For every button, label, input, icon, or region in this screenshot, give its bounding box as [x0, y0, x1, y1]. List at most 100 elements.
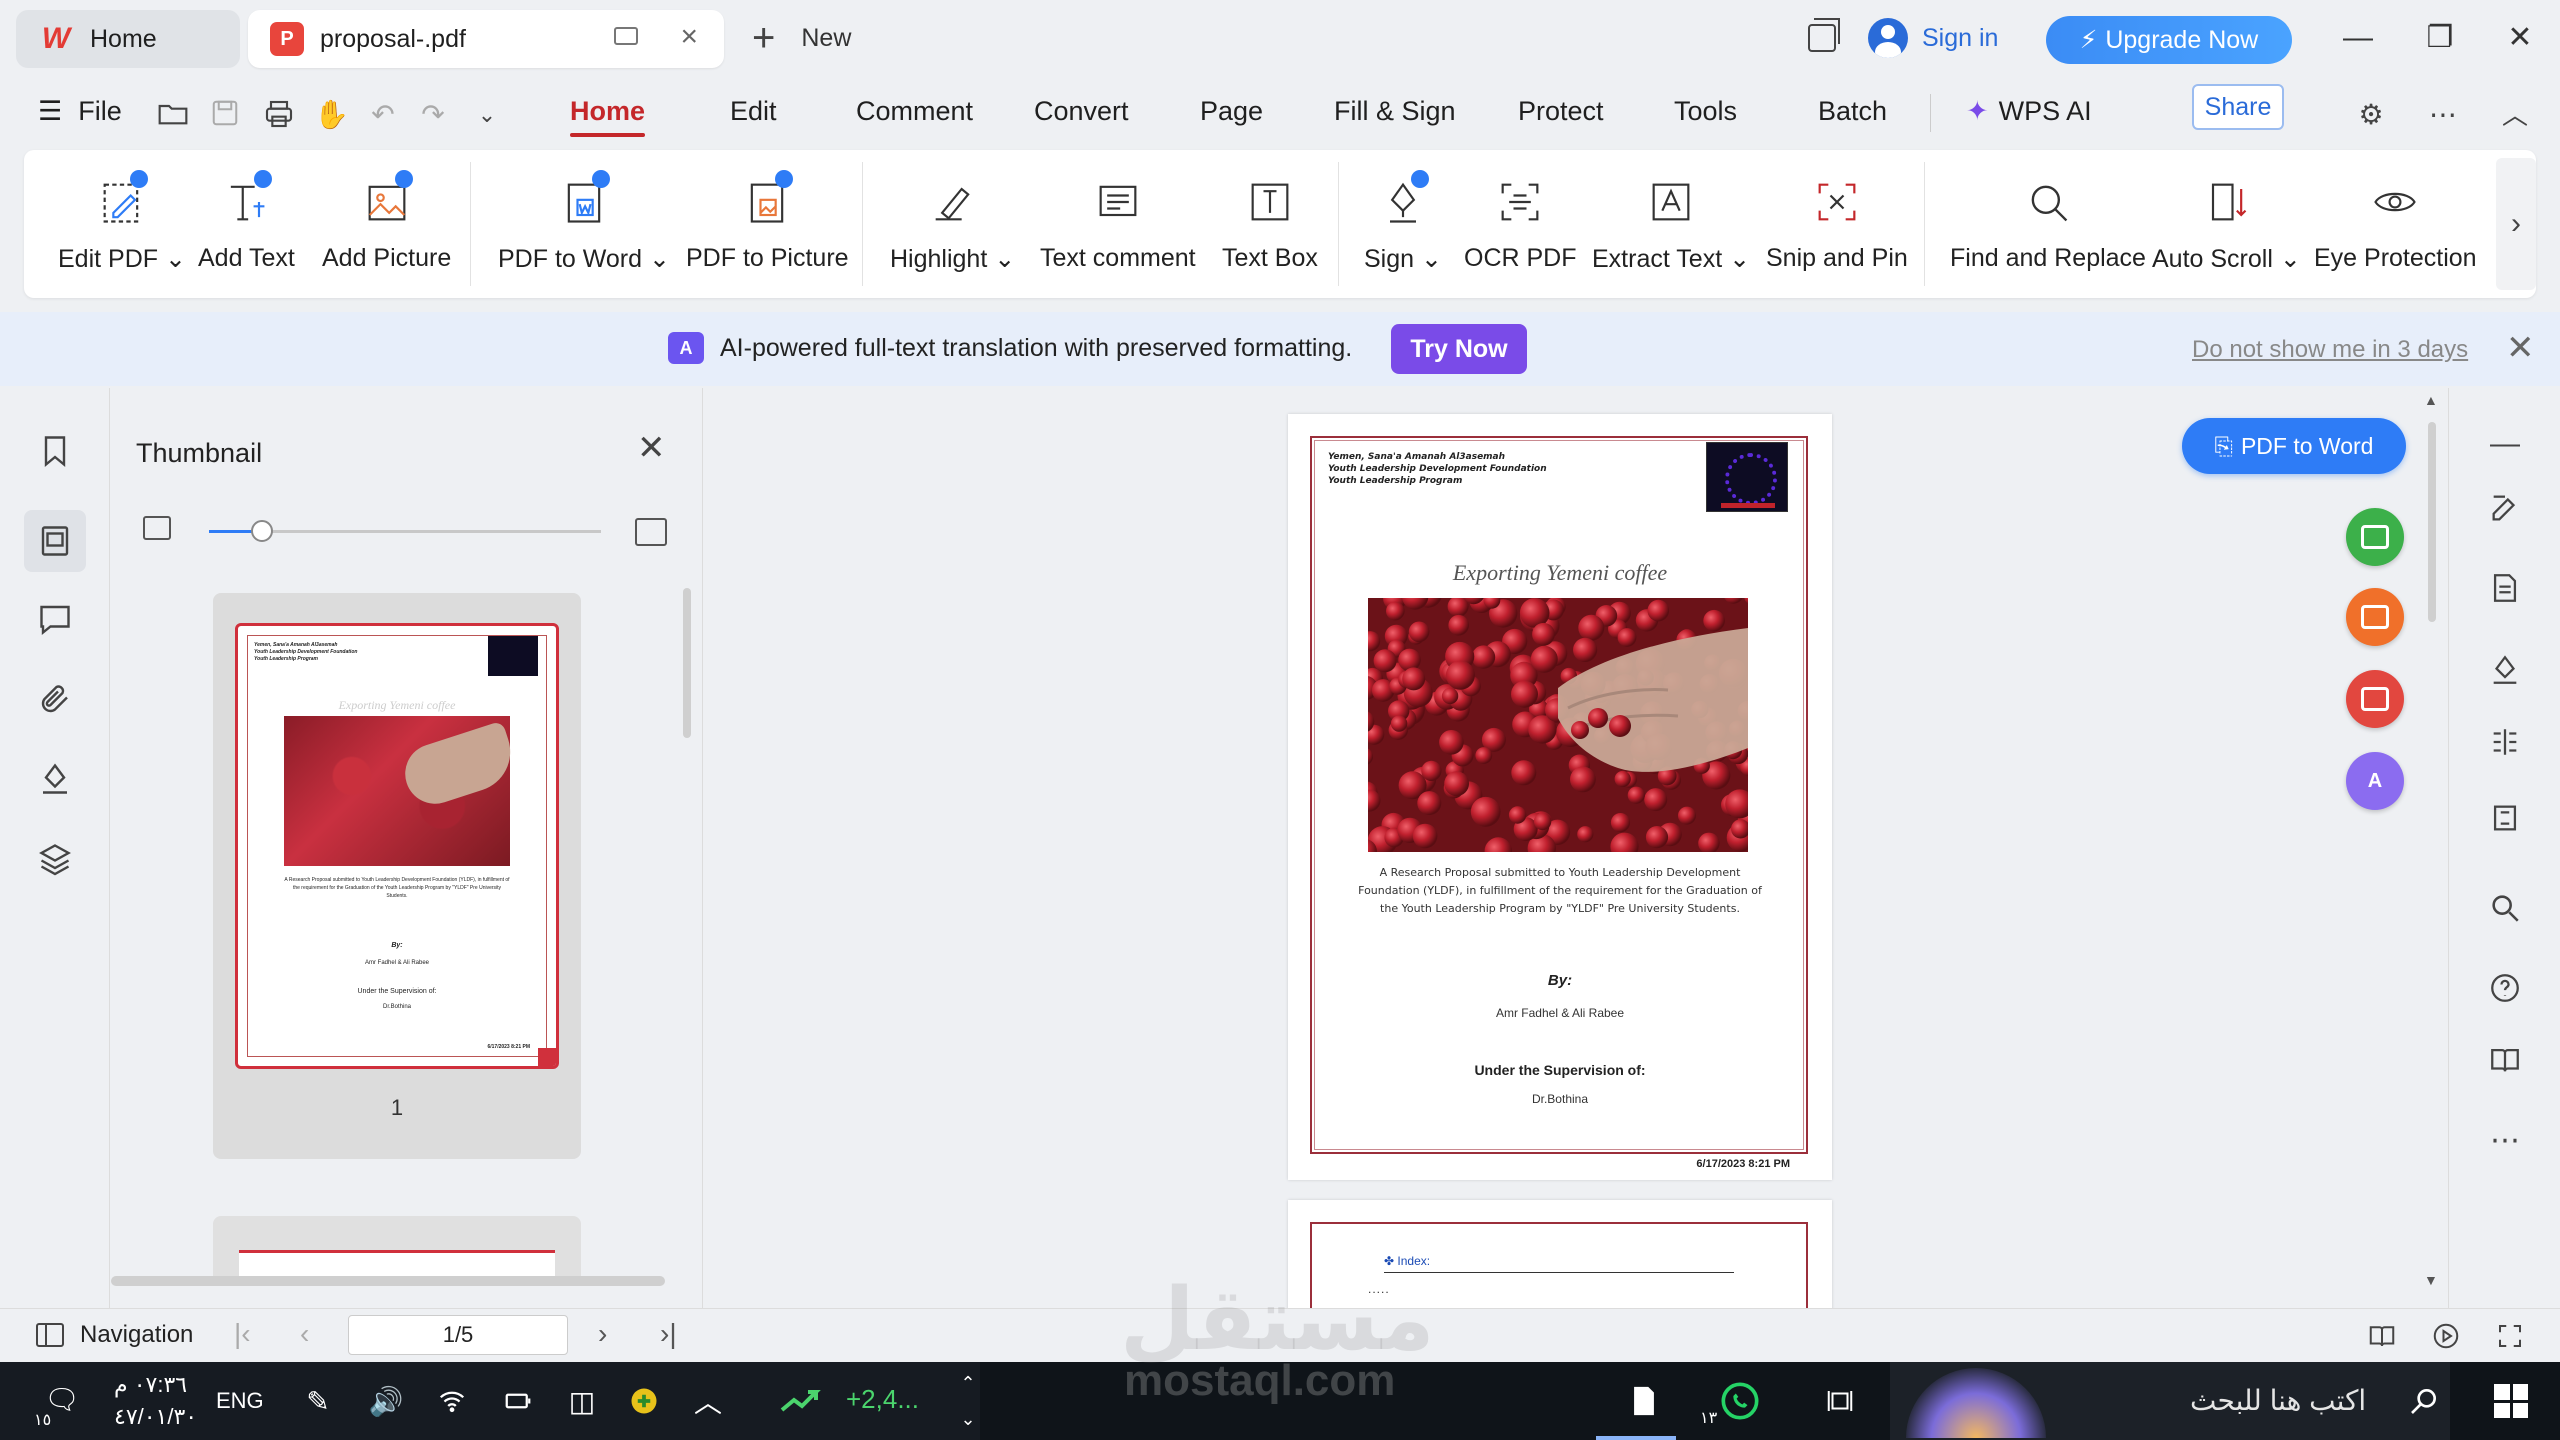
layers-icon[interactable]	[24, 828, 86, 890]
whatsapp-icon[interactable]	[1716, 1382, 1764, 1420]
scroll-up-chevron[interactable]: ⌃	[950, 1366, 986, 1400]
convert-to-ppt-fab[interactable]	[2346, 588, 2404, 646]
translate-fab[interactable]: A	[2346, 752, 2404, 810]
show-hidden-icons-chevron[interactable]: ︿	[690, 1384, 726, 1418]
more-tools-icon[interactable]: ⋯	[2485, 1120, 2525, 1160]
small-image-icon[interactable]	[143, 516, 171, 540]
more-options-icon[interactable]: ⋯	[2426, 98, 2460, 132]
compare-icon[interactable]	[2485, 722, 2525, 762]
close-tab-icon[interactable]: ×	[680, 22, 698, 52]
menu-page[interactable]: Page	[1200, 96, 1263, 127]
minus-icon[interactable]: —	[2485, 424, 2525, 464]
close-banner-icon[interactable]: ✕	[2506, 328, 2535, 368]
menu-home[interactable]: Home	[570, 96, 646, 137]
window-list-icon[interactable]	[1808, 18, 1840, 52]
hand-tool-icon[interactable]: ✋	[314, 98, 349, 132]
auto-scroll-button[interactable]: Auto Scroll ⌄	[2152, 172, 2301, 274]
thumbnail-vertical-scrollbar[interactable]	[683, 588, 691, 738]
menu-protect[interactable]: Protect	[1518, 96, 1604, 127]
new-tab-button[interactable]: + New	[752, 18, 851, 58]
stock-widget[interactable]: +2,4...	[846, 1384, 919, 1415]
wifi-icon[interactable]	[434, 1384, 470, 1418]
print-icon[interactable]	[262, 98, 296, 132]
save-icon[interactable]	[208, 98, 242, 132]
convert-to-image-fab[interactable]	[2346, 670, 2404, 728]
open-folder-icon[interactable]	[156, 98, 190, 132]
last-page-icon[interactable]: ›|	[660, 1319, 677, 1349]
minimize-icon[interactable]: —	[2338, 18, 2378, 58]
chevron-down-icon[interactable]: ⌄	[470, 98, 504, 132]
large-image-icon[interactable]	[635, 518, 667, 546]
input-language[interactable]: ENG	[216, 1388, 264, 1414]
edit-note-icon[interactable]	[2485, 488, 2525, 528]
undo-icon[interactable]: ↶	[366, 98, 400, 132]
file-explorer-icon[interactable]	[1622, 1384, 1666, 1418]
text-box-button[interactable]: Text Box	[1222, 172, 1318, 273]
restore-icon[interactable]: ❐	[2420, 18, 2460, 58]
previous-page-icon[interactable]: ‹	[300, 1319, 309, 1349]
pen-tray-icon[interactable]: ✎	[300, 1384, 336, 1418]
pen-sign-icon[interactable]	[2485, 650, 2525, 690]
close-panel-icon[interactable]: ✕	[637, 428, 666, 468]
add-text-button[interactable]: Add Text	[198, 170, 295, 273]
page-number-input[interactable]: 1/5	[348, 1315, 568, 1355]
snip-and-pin-button[interactable]: Snip and Pin	[1766, 172, 1908, 273]
scroll-down-chevron[interactable]: ⌄	[950, 1402, 986, 1436]
eye-protection-button[interactable]: Eye Protection	[2314, 172, 2477, 273]
search-icon[interactable]	[2485, 888, 2525, 928]
clock-time[interactable]: ٠٧:٣٦ م	[114, 1372, 187, 1398]
menu-fill-sign[interactable]: Fill & Sign	[1334, 96, 1456, 127]
book-icon[interactable]	[2485, 1040, 2525, 1080]
camera-app-icon[interactable]: ◫	[564, 1384, 600, 1418]
share-button[interactable]: Share	[2192, 84, 2284, 130]
pdf-to-picture-button[interactable]: PDF to Picture	[686, 170, 849, 273]
highlight-button[interactable]: Highlight ⌄	[890, 172, 1015, 274]
sign-button[interactable]: Sign ⌄	[1364, 170, 1442, 274]
windows-start-icon[interactable]	[2494, 1384, 2528, 1418]
menu-batch[interactable]: Batch	[1818, 96, 1887, 127]
scroll-down-icon[interactable]: ▼	[2424, 1272, 2438, 1288]
pdf-to-word-floating-button[interactable]: ⎘ PDF to Word	[2182, 418, 2406, 474]
thumbnail-horizontal-scrollbar[interactable]	[111, 1276, 665, 1286]
scrollbar-thumb[interactable]	[2428, 422, 2436, 622]
sign-in-button[interactable]: Sign in	[1868, 18, 1998, 58]
play-slideshow-icon[interactable]	[2430, 1321, 2464, 1351]
menu-comment[interactable]: Comment	[856, 96, 973, 127]
extract-text-button[interactable]: Extract Text ⌄	[1592, 172, 1750, 274]
try-now-button[interactable]: Try Now	[1391, 324, 1527, 374]
monitor-icon[interactable]	[614, 27, 638, 45]
help-icon[interactable]	[2485, 968, 2525, 1008]
edit-pdf-button[interactable]: Edit PDF ⌄	[58, 170, 186, 274]
menu-convert[interactable]: Convert	[1034, 96, 1129, 127]
upgrade-now-button[interactable]: ⚡ Upgrade Now	[2046, 16, 2292, 64]
comment-icon[interactable]	[24, 588, 86, 650]
menu-wps-ai[interactable]: ✦ WPS AI	[1966, 96, 2092, 127]
clock-date[interactable]: ٤٧/٠١/٣٠	[114, 1404, 197, 1430]
find-and-replace-button[interactable]: Find and Replace	[1950, 172, 2146, 273]
reading-mode-icon[interactable]	[2366, 1321, 2400, 1351]
tab-home[interactable]: W Home	[16, 10, 240, 68]
convert-to-excel-fab[interactable]	[2346, 508, 2404, 566]
thumbnail-panel-icon[interactable]	[24, 510, 86, 572]
add-picture-button[interactable]: Add Picture	[322, 170, 451, 273]
menu-tools[interactable]: Tools	[1674, 96, 1737, 127]
ocr-pdf-button[interactable]: OCR PDF	[1464, 172, 1577, 273]
tray-app-icon[interactable]	[626, 1384, 662, 1418]
scroll-up-icon[interactable]: ▲	[2424, 392, 2438, 408]
document-vertical-scrollbar[interactable]: ▲ ▼	[2422, 392, 2442, 1292]
thumbnail-page-1[interactable]: Yemen, Sana'a Amanah Al3asemah Youth Lea…	[213, 593, 581, 1159]
pdf-to-word-ribbon-button[interactable]: PDF to Word ⌄	[498, 170, 670, 274]
menu-edit[interactable]: Edit	[730, 96, 777, 127]
file-menu[interactable]: ☰ File	[38, 96, 122, 127]
first-page-icon[interactable]: |‹	[234, 1319, 251, 1349]
compress-icon[interactable]	[2485, 798, 2525, 838]
text-comment-button[interactable]: Text comment	[1040, 172, 1196, 273]
navigation-toggle[interactable]: Navigation	[36, 1321, 193, 1349]
slider-knob[interactable]	[251, 520, 273, 542]
attachment-icon[interactable]	[24, 668, 86, 730]
fullscreen-icon[interactable]	[2494, 1321, 2528, 1351]
thumbnail-size-slider[interactable]	[209, 520, 601, 542]
thumbnail-page-2[interactable]	[213, 1216, 581, 1280]
task-view-icon[interactable]	[1822, 1384, 1858, 1418]
settings-gear-icon[interactable]: ⚙	[2354, 98, 2388, 132]
